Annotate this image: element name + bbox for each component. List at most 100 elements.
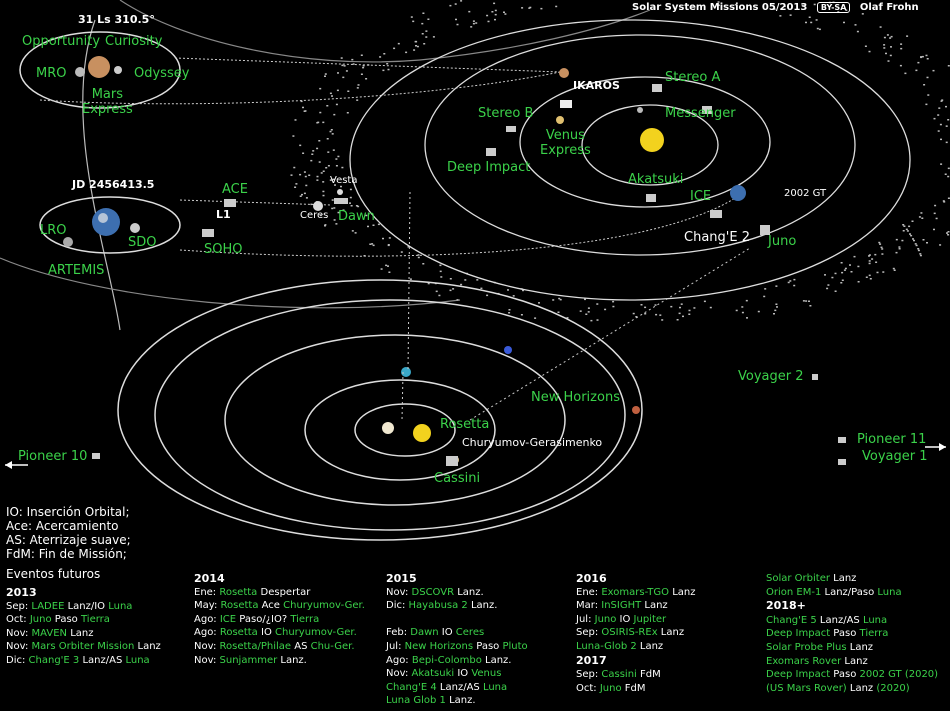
asteroid-dot: [520, 314, 523, 316]
asteroid-dot: [449, 278, 452, 280]
asteroid-dot: [939, 244, 942, 246]
asteroid-dot: [840, 282, 843, 284]
asteroid-dot: [388, 237, 391, 239]
asteroid-dot: [380, 268, 383, 270]
asteroid-dot: [388, 271, 391, 273]
event-mission: InSIGHT: [601, 600, 645, 612]
events-col-2013: 2013 Sep: LADEE Lanz/IO Luna Oct: Juno Pas…: [6, 586, 161, 668]
event-action: IO: [261, 627, 275, 639]
asteroid-dot: [322, 194, 325, 197]
asteroid-dot: [889, 54, 892, 57]
asteroid-dot: [435, 290, 438, 293]
event-mission: Juno: [599, 682, 625, 694]
asteroid-dot: [590, 319, 593, 322]
asteroid-dot: [787, 281, 790, 284]
asteroid-dot: [914, 243, 917, 245]
event-target: Tierra: [80, 614, 110, 626]
label-ace: ACE: [222, 182, 248, 197]
event-action: FdM: [640, 669, 661, 681]
asteroid-dot: [920, 56, 923, 58]
asteroid-dot: [555, 5, 558, 8]
asteroid-dot: [333, 113, 336, 116]
asteroid-dot: [460, 283, 463, 286]
asteroid-dot: [468, 10, 471, 13]
asteroid-dot: [540, 7, 543, 10]
asteroid-dot: [405, 51, 408, 54]
asteroid-dot: [890, 46, 892, 48]
asteroid-dot: [789, 14, 792, 16]
event-action: Lanz: [70, 627, 94, 639]
jupiter-outer: [382, 422, 394, 434]
asteroid-dot: [834, 272, 837, 275]
asteroid-dot: [320, 172, 323, 174]
asteroid-dot: [890, 35, 893, 38]
event-row: Nov: DSCOVR Lanz.: [386, 586, 528, 600]
asteroid-dot: [337, 155, 340, 158]
asteroid-dot: [470, 26, 473, 28]
asteroid-dot: [538, 302, 540, 304]
asteroid-dot: [654, 304, 657, 306]
asteroid-dot: [940, 163, 943, 165]
event-action: Lanz/Paso: [824, 586, 878, 598]
event-row: Jul: New Horizons Paso Pluto: [386, 640, 528, 654]
label-pioneer11: Pioneer 11: [857, 432, 927, 447]
event-target: Jupiter: [633, 613, 667, 625]
event-month: Oct:: [6, 614, 30, 626]
asteroid-dot: [355, 205, 358, 207]
asteroid-dot: [362, 66, 365, 69]
asteroid-dot: [661, 319, 664, 321]
diagram-title: Solar System Missions 05/2013: [632, 2, 808, 13]
asteroid-dot: [304, 175, 307, 178]
event-mission: Luna Glob 1: [386, 695, 450, 707]
asteroid-dot: [387, 68, 390, 71]
asteroid-dot: [324, 75, 326, 77]
asteroid-dot: [410, 16, 413, 18]
asteroid-dot: [906, 35, 909, 37]
asteroid-dot: [912, 238, 914, 240]
asteroid-dot: [316, 175, 319, 178]
event-month: Nov:: [386, 668, 412, 680]
event-target: Venus: [471, 668, 502, 680]
label-l1: L1: [216, 208, 231, 221]
asteroid-dot: [342, 76, 345, 79]
asteroid-dot: [341, 166, 344, 169]
asteroid-dot: [746, 317, 748, 319]
asteroid-dot: [868, 50, 871, 53]
events-col-later: Solar Orbiter Lanz Orion EM-1 Lanz/Paso …: [766, 572, 938, 695]
event-month: Ene:: [576, 586, 602, 598]
asteroid-dot: [917, 61, 920, 64]
asteroid-dot: [427, 18, 430, 20]
asteroid-dot: [422, 263, 425, 265]
event-row: (US Mars Rover) Lanz (2020): [766, 682, 938, 696]
asteroid-dot: [305, 184, 308, 187]
asteroid-dot: [512, 295, 515, 297]
event-action: Paso: [833, 669, 860, 681]
asteroid-dot: [808, 16, 811, 18]
asteroid-dot: [947, 119, 950, 121]
asteroid-dot: [324, 73, 327, 75]
event-row: Ene: Exomars-TGO Lanz: [576, 586, 696, 600]
asteroid-dot: [367, 225, 369, 228]
label-messenger: Messenger: [665, 106, 736, 121]
asteroid-dot: [322, 190, 325, 193]
asteroid-dot: [941, 99, 944, 101]
asteroid-dot: [327, 151, 330, 153]
event-action: Lanz: [639, 640, 664, 652]
asteroid-dot: [893, 269, 896, 271]
event-mission: Mars Orbiter Mission: [31, 641, 138, 653]
asteroid-dot: [644, 313, 647, 315]
event-month: Oct:: [576, 682, 600, 694]
asteroid-dot: [818, 28, 821, 31]
asteroid-dot: [703, 300, 706, 303]
event-year: 2016: [576, 572, 607, 585]
asteroid-dot: [741, 311, 744, 314]
outer-orbits: [117, 279, 643, 541]
asteroid-dot: [528, 7, 531, 9]
asteroid-dot: [432, 36, 435, 38]
asteroid-dot: [937, 114, 940, 116]
header-bar: Solar System Missions 05/2013 BY-SA Olaf…: [632, 2, 919, 13]
asteroid-dot: [345, 70, 348, 72]
event-mission: Hayabusa 2: [408, 600, 471, 612]
asteroid-dot: [335, 158, 338, 160]
label-lro: LRO: [40, 223, 67, 238]
